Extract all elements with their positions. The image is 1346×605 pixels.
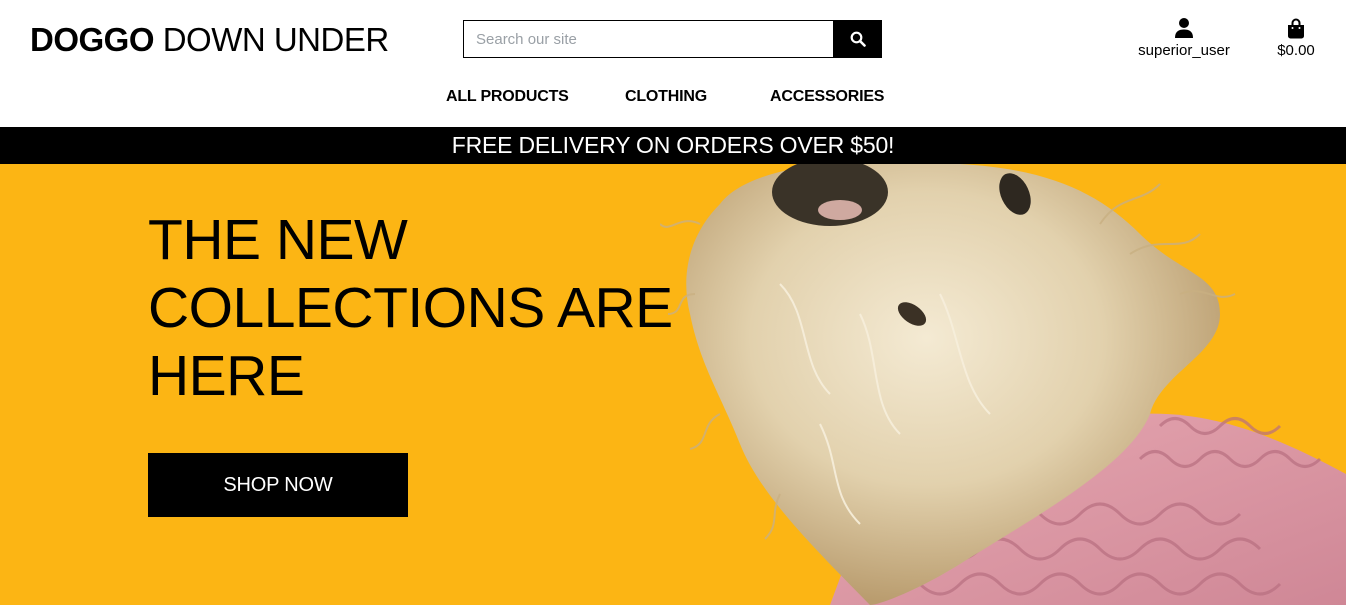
nav-item-clothing[interactable]: CLOTHING: [625, 88, 707, 106]
shop-now-button[interactable]: SHOP NOW: [148, 453, 408, 517]
search-button[interactable]: [833, 20, 882, 58]
search-icon: [850, 31, 866, 47]
main-nav: ALL PRODUCTS CLOTHING ACCESSORIES: [0, 88, 1346, 112]
search-form: [463, 20, 882, 58]
bag-total: $0.00: [1277, 42, 1315, 59]
nav-item-accessories[interactable]: ACCESSORIES: [770, 88, 884, 106]
dog-in-sweater-image: [660, 164, 1346, 605]
delivery-banner: FREE DELIVERY ON ORDERS OVER $50!: [0, 127, 1346, 164]
site-header: DOGGO DOWN UNDER superior_user: [0, 0, 1346, 127]
hero-title: THE NEW COLLECTIONS ARE HERE: [148, 206, 688, 410]
user-icon: [1175, 18, 1193, 38]
site-logo[interactable]: DOGGO DOWN UNDER: [30, 20, 389, 60]
hero-section: THE NEW COLLECTIONS ARE HERE SHOP NOW: [0, 164, 1346, 605]
logo-light-text: DOWN UNDER: [162, 21, 389, 58]
hero-title-line: THE NEW: [148, 208, 408, 272]
nav-item-all-products[interactable]: ALL PRODUCTS: [446, 88, 569, 106]
account-label: superior_user: [1138, 42, 1230, 59]
hero-title-line: HERE: [148, 344, 305, 408]
hero-title-line: COLLECTIONS ARE: [148, 276, 673, 340]
logo-bold-text: DOGGO: [30, 21, 155, 58]
account-link[interactable]: superior_user: [1128, 15, 1240, 59]
shopping-bag-link[interactable]: $0.00: [1266, 15, 1326, 59]
search-input[interactable]: [463, 20, 833, 58]
shopping-bag-icon: [1288, 18, 1304, 39]
